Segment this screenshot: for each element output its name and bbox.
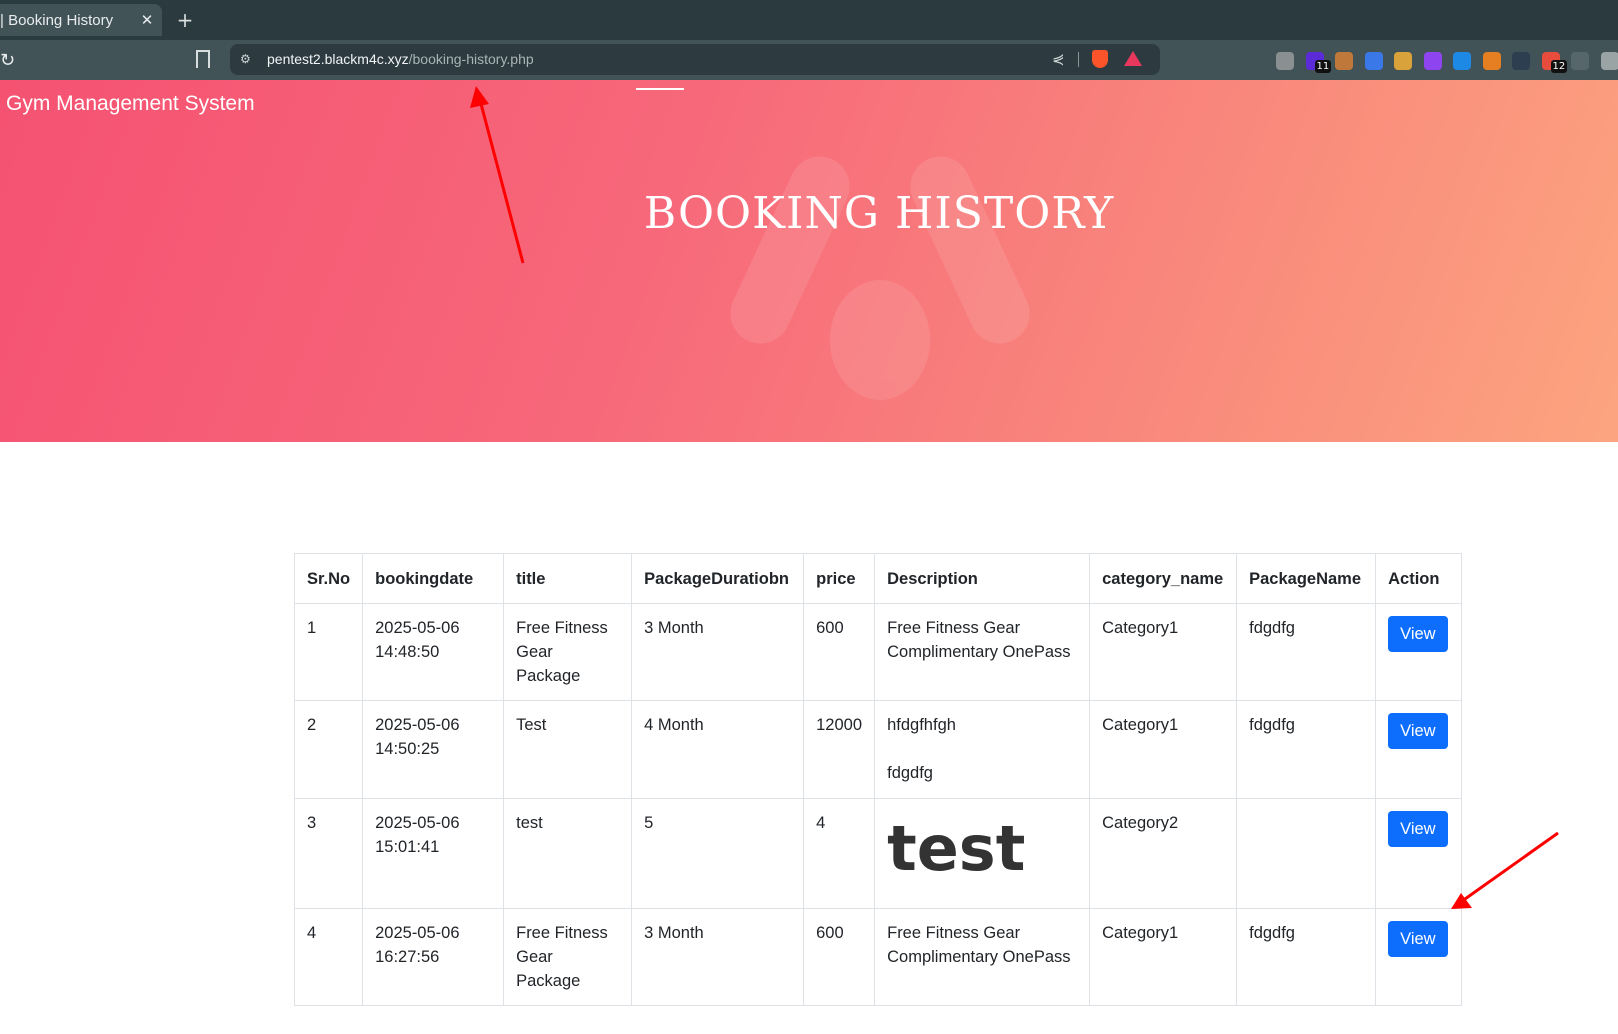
header-category-name: category_name [1089, 553, 1238, 604]
view-button[interactable]: View [1388, 713, 1448, 749]
cell-package-name: fdgdfg [1236, 700, 1377, 799]
address-bar[interactable]: ⚙ pentest2.blackm4c.xyz/booking-history.… [230, 44, 1160, 75]
page-title: BOOKING HISTORY [643, 188, 1115, 239]
header-package-duration: PackageDuratiobn [631, 553, 805, 604]
cell-bookingdate: 2025-05-06 14:48:50 [362, 603, 505, 701]
cell-title: Test [503, 700, 633, 799]
cell-duration: 5 [631, 798, 805, 909]
cell-sr-no: 4 [293, 908, 364, 1006]
header-description: Description [874, 553, 1091, 604]
url-path: /booking-history.php [408, 51, 534, 67]
description-heading: test [887, 812, 1026, 885]
view-button[interactable]: View [1388, 811, 1448, 847]
cell-sr-no: 1 [293, 603, 364, 701]
header-sr-no: Sr.No [293, 553, 364, 604]
plus-icon[interactable]: + [173, 8, 197, 32]
cell-description: hfdgfhfgh fdgdfg [874, 700, 1091, 799]
browser-tab[interactable]: | Booking History ✕ [0, 4, 162, 36]
ext-bug-icon[interactable] [1394, 52, 1412, 70]
extension-badge: 12 [1550, 60, 1568, 73]
ext-globe-icon[interactable] [1453, 52, 1471, 70]
ext-translate-icon[interactable] [1364, 52, 1383, 70]
browser-toolbar: ↻ ⚙ pentest2.blackm4c.xyz/booking-histor… [0, 40, 1618, 80]
cell-package-name: fdgdfg [1236, 908, 1377, 1006]
cell-action: View [1375, 603, 1463, 701]
hero-banner: Gym Management System BOOKING HISTORY [0, 80, 1618, 442]
ext-text-icon[interactable] [1571, 52, 1589, 70]
arrow-to-view-button [1451, 831, 1559, 909]
cell-category: Category1 [1089, 908, 1238, 1006]
url-text[interactable]: pentest2.blackm4c.xyz/booking-history.ph… [267, 51, 534, 67]
cell-action: View [1375, 908, 1463, 1006]
header-package-name: PackageName [1236, 553, 1377, 604]
reload-icon[interactable]: ↻ [0, 48, 22, 72]
site-brand[interactable]: Gym Management System [6, 92, 255, 116]
cell-title: test [503, 798, 633, 909]
site-settings-icon[interactable]: ⚙ [240, 52, 256, 66]
ext-cookie-icon[interactable] [1335, 52, 1353, 70]
cell-description: test [874, 798, 1091, 909]
cell-price: 600 [803, 908, 876, 1006]
cell-title: Free Fitness Gear Package [503, 908, 633, 1006]
url-domain: pentest2.blackm4c.xyz [267, 51, 409, 67]
view-button[interactable]: View [1388, 921, 1448, 957]
cell-sr-no: 3 [293, 798, 364, 909]
cell-price: 12000 [803, 700, 876, 799]
cell-duration: 3 Month [631, 908, 805, 1006]
tab-title: | Booking History [0, 11, 114, 29]
cell-package-name: fdgdfg [1236, 603, 1377, 701]
brave-shields-icon[interactable] [1092, 50, 1108, 68]
cell-bookingdate: 2025-05-06 15:01:41 [362, 798, 505, 909]
cell-category: Category1 [1089, 700, 1238, 799]
brave-rewards-icon[interactable] [1124, 51, 1142, 66]
table-row: 4 2025-05-06 16:27:56 Free Fitness Gear Pa… [293, 908, 1463, 1006]
table-header-row: Sr.No bookingdate title PackageDuratiobn… [293, 553, 1463, 604]
cell-duration: 3 Month [631, 603, 805, 701]
header-price: price [803, 553, 876, 604]
cell-description: Free Fitness Gear Complimentary OnePass [874, 908, 1091, 1006]
view-button[interactable]: View [1388, 616, 1448, 652]
separator [1078, 52, 1079, 67]
share-icon[interactable]: ⋞ [1052, 50, 1065, 68]
close-icon[interactable]: ✕ [137, 10, 157, 30]
ext-puzzle-icon[interactable] [1600, 52, 1618, 70]
ext-owl-icon[interactable] [1276, 52, 1294, 70]
cell-action: View [1375, 798, 1463, 909]
ext-person-icon[interactable] [1482, 52, 1501, 70]
nav-active-indicator [636, 88, 684, 90]
table-row: 2 2025-05-06 14:50:25 Test 4 Month 12000 … [293, 700, 1463, 799]
browser-tab-bar: | Booking History ✕ + [0, 0, 1618, 40]
ext-hat-icon[interactable] [1512, 52, 1530, 70]
cell-price: 4 [803, 798, 876, 909]
header-action: Action [1375, 553, 1463, 604]
ext-flask-icon[interactable] [1423, 52, 1442, 70]
hero-background-image [720, 110, 1040, 440]
cell-category: Category2 [1089, 798, 1238, 909]
cell-category: Category1 [1089, 603, 1238, 701]
cell-package-name [1236, 798, 1377, 909]
cell-bookingdate: 2025-05-06 16:27:56 [362, 908, 505, 1006]
table-row: 3 2025-05-06 15:01:41 test 5 4 test Categ… [293, 798, 1463, 909]
cell-duration: 4 Month [631, 700, 805, 799]
extension-badge: 11 [1314, 60, 1332, 73]
table-row: 1 2025-05-06 14:48:50 Free Fitness Gear Pa… [293, 603, 1463, 701]
cell-title: Free Fitness Gear Package [503, 603, 633, 701]
booking-history-table: Sr.No bookingdate title PackageDuratiobn… [293, 553, 1463, 1006]
cell-action: View [1375, 700, 1463, 799]
header-title: title [503, 553, 633, 604]
cell-sr-no: 2 [293, 700, 364, 799]
header-bookingdate: bookingdate [362, 553, 505, 604]
cell-bookingdate: 2025-05-06 14:50:25 [362, 700, 505, 799]
cell-price: 600 [803, 603, 876, 701]
bookmark-icon[interactable] [196, 50, 210, 68]
cell-description: Free Fitness Gear Complimentary OnePass [874, 603, 1091, 701]
